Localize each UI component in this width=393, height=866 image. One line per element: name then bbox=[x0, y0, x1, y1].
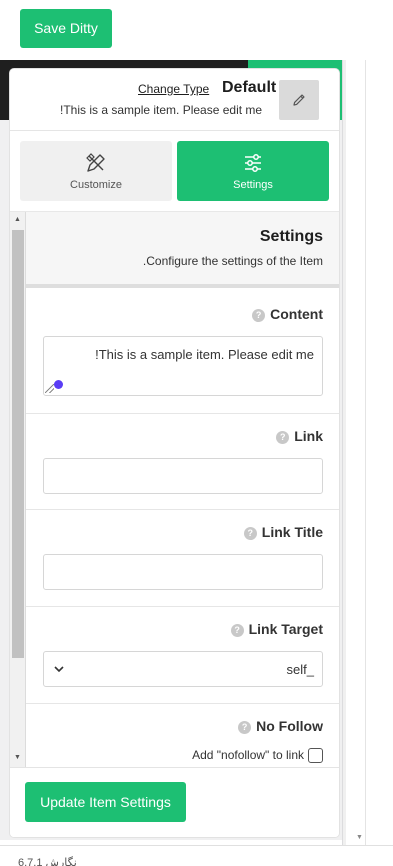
link-target-value: self_ bbox=[286, 662, 314, 677]
field-link: ? Link bbox=[26, 414, 339, 510]
divider bbox=[0, 845, 393, 846]
content-textarea[interactable]: !This is a sample item. Please edit me bbox=[43, 336, 323, 396]
update-item-settings-button[interactable]: Update Item Settings bbox=[25, 782, 186, 822]
tab-customize-label: Customize bbox=[70, 179, 122, 191]
change-type-link[interactable]: Change Type bbox=[138, 82, 209, 96]
no-follow-checkbox[interactable] bbox=[308, 748, 323, 763]
link-input[interactable] bbox=[43, 458, 323, 494]
field-content: ? Content !This is a sample item. Please … bbox=[26, 292, 339, 414]
tab-settings-label: Settings bbox=[233, 179, 273, 191]
help-icon[interactable]: ? bbox=[252, 309, 266, 322]
content-value: !This is a sample item. Please edit me bbox=[95, 347, 314, 362]
scroll-up-arrow-icon[interactable]: ▲ bbox=[14, 216, 21, 223]
link-title-input[interactable] bbox=[43, 554, 323, 590]
resize-grip-icon[interactable] bbox=[45, 384, 54, 393]
field-link-title: ? Link Title bbox=[26, 510, 339, 607]
link-label: ? Link bbox=[276, 428, 323, 444]
settings-description: .Configure the settings of the Item bbox=[142, 254, 323, 268]
item-description: !This is a sample item. Please edit me bbox=[60, 103, 263, 117]
settings-title: Settings bbox=[259, 228, 323, 245]
link-target-label: ? Link Target bbox=[230, 621, 323, 637]
settings-scrollbar[interactable]: ▲ ▼ bbox=[10, 212, 26, 768]
settings-header: Settings .Configure the settings of the … bbox=[26, 212, 339, 288]
grammar-dot-icon[interactable] bbox=[54, 380, 63, 389]
pencil-icon bbox=[293, 94, 305, 106]
brush-pencil-icon bbox=[86, 153, 105, 172]
page-scrollbar[interactable] bbox=[342, 60, 366, 845]
chevron-down-icon bbox=[54, 666, 64, 673]
link-target-select[interactable]: self_ bbox=[43, 651, 323, 687]
top-bar: Save Ditty bbox=[0, 0, 393, 60]
scrollbar-thumb[interactable] bbox=[12, 230, 24, 658]
link-title-label: ? Link Title bbox=[243, 524, 323, 540]
no-follow-label: ? No Follow bbox=[238, 718, 323, 734]
tab-customize[interactable]: Customize bbox=[20, 141, 172, 201]
help-icon[interactable]: ? bbox=[230, 624, 244, 637]
save-ditty-button[interactable]: Save Ditty bbox=[20, 9, 112, 48]
help-icon[interactable]: ? bbox=[243, 527, 257, 540]
scroll-down-arrow-icon[interactable]: ▼ bbox=[14, 754, 21, 761]
version-text: 6.7.1 نگارش bbox=[18, 857, 77, 866]
help-icon[interactable]: ? bbox=[238, 721, 252, 734]
edit-type-button[interactable] bbox=[279, 80, 319, 120]
sliders-icon bbox=[245, 154, 261, 172]
tab-settings[interactable]: Settings bbox=[177, 141, 329, 201]
help-icon[interactable]: ? bbox=[276, 431, 290, 444]
settings-body: ▲ ▼ Settings .Configure the settings of … bbox=[10, 211, 339, 768]
panel-tabs: Customize Settings bbox=[10, 131, 339, 211]
content-label: ? Content bbox=[252, 306, 323, 322]
field-no-follow: ? No Follow Add "nofollow" to link bbox=[26, 704, 339, 768]
item-type-title: Default bbox=[222, 79, 277, 96]
panel-header: Change Type Default !This is a sample it… bbox=[10, 69, 339, 131]
scroll-down-arrow-icon[interactable]: ▼ bbox=[356, 834, 363, 841]
panel-footer: Update Item Settings bbox=[10, 767, 339, 837]
no-follow-option[interactable]: Add "nofollow" to link bbox=[192, 748, 323, 763]
field-link-target: ? Link Target self_ bbox=[26, 607, 339, 704]
item-editor-panel: Change Type Default !This is a sample it… bbox=[10, 69, 339, 837]
